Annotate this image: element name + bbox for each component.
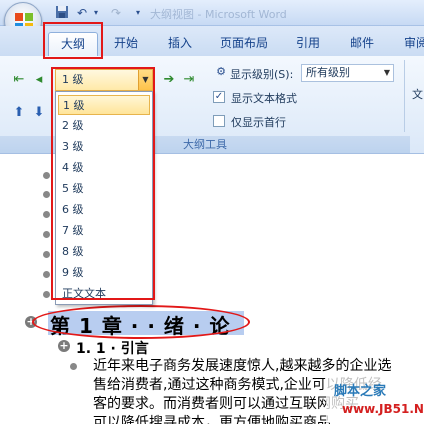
expand-plus-icon[interactable]: + <box>58 340 70 352</box>
tab-insert[interactable]: 插入 <box>158 32 202 56</box>
show-level-value: 所有级别 <box>306 66 350 79</box>
show-level-select[interactable]: 所有级别 ▼ <box>301 64 394 82</box>
undo-dropdown-icon[interactable]: ▾ <box>88 5 104 21</box>
outline-bullet[interactable] <box>43 231 50 238</box>
show-level-icon: ⚙ <box>216 65 226 78</box>
body-text-line[interactable]: 客的要求。而消费者则可以通过互联网购买 <box>93 393 359 413</box>
tab-mailings[interactable]: 邮件 <box>340 32 384 56</box>
next-group-label: 文 <box>412 88 423 101</box>
window-title: 大纲视图 - Microsoft Word <box>150 8 287 21</box>
tab-review[interactable]: 审阅 <box>394 32 424 56</box>
redo-icon[interactable]: ↷ <box>108 5 124 21</box>
demote-icon[interactable]: ➔ <box>160 71 178 89</box>
demote-to-body-icon[interactable]: ⇥ <box>180 71 198 89</box>
move-up-icon[interactable]: ⬆ <box>10 104 28 122</box>
move-down-icon[interactable]: ⬇ <box>30 104 48 122</box>
outline-bullet[interactable] <box>43 251 50 258</box>
outline-bullet[interactable] <box>43 291 50 298</box>
show-first-line-label: 仅显示首行 <box>231 116 286 129</box>
save-icon[interactable] <box>54 5 70 21</box>
outline-bullet[interactable] <box>43 211 50 218</box>
watermark-text: 脚本之家 <box>334 384 387 399</box>
body-bullet[interactable] <box>70 363 77 370</box>
body-text-line[interactable]: 近年来电子商务发展速度惊人,越来越多的企业选 <box>93 355 391 375</box>
outline-bullet[interactable] <box>43 271 50 278</box>
show-level-label: 显示级别(S): <box>230 68 294 81</box>
promote-to-heading1-icon[interactable]: ⇤ <box>10 71 28 89</box>
annotation-ellipse <box>32 305 250 339</box>
chevron-down-icon: ▼ <box>383 68 390 77</box>
annotation-box-tab <box>43 22 103 59</box>
group-divider <box>404 60 405 132</box>
show-text-format-checkbox[interactable]: ✓ <box>213 91 225 103</box>
tab-page-layout[interactable]: 页面布局 <box>212 32 276 56</box>
promote-icon[interactable]: ◂ <box>30 71 48 89</box>
body-text-line[interactable]: 可以降低搜寻成本，更方便地购买商品 <box>93 412 331 424</box>
outline-bullet[interactable] <box>43 172 50 179</box>
tab-references[interactable]: 引用 <box>286 32 330 56</box>
watermark-url: www.JB51.Net <box>342 402 424 416</box>
show-text-format-label: 显示文本格式 <box>231 92 297 105</box>
outline-bullet[interactable] <box>43 191 50 198</box>
customize-toolbar-icon[interactable]: ▾ <box>130 5 146 21</box>
tab-home[interactable]: 开始 <box>104 32 148 56</box>
show-first-line-checkbox[interactable] <box>213 115 225 127</box>
annotation-box-dropdown <box>51 67 155 300</box>
